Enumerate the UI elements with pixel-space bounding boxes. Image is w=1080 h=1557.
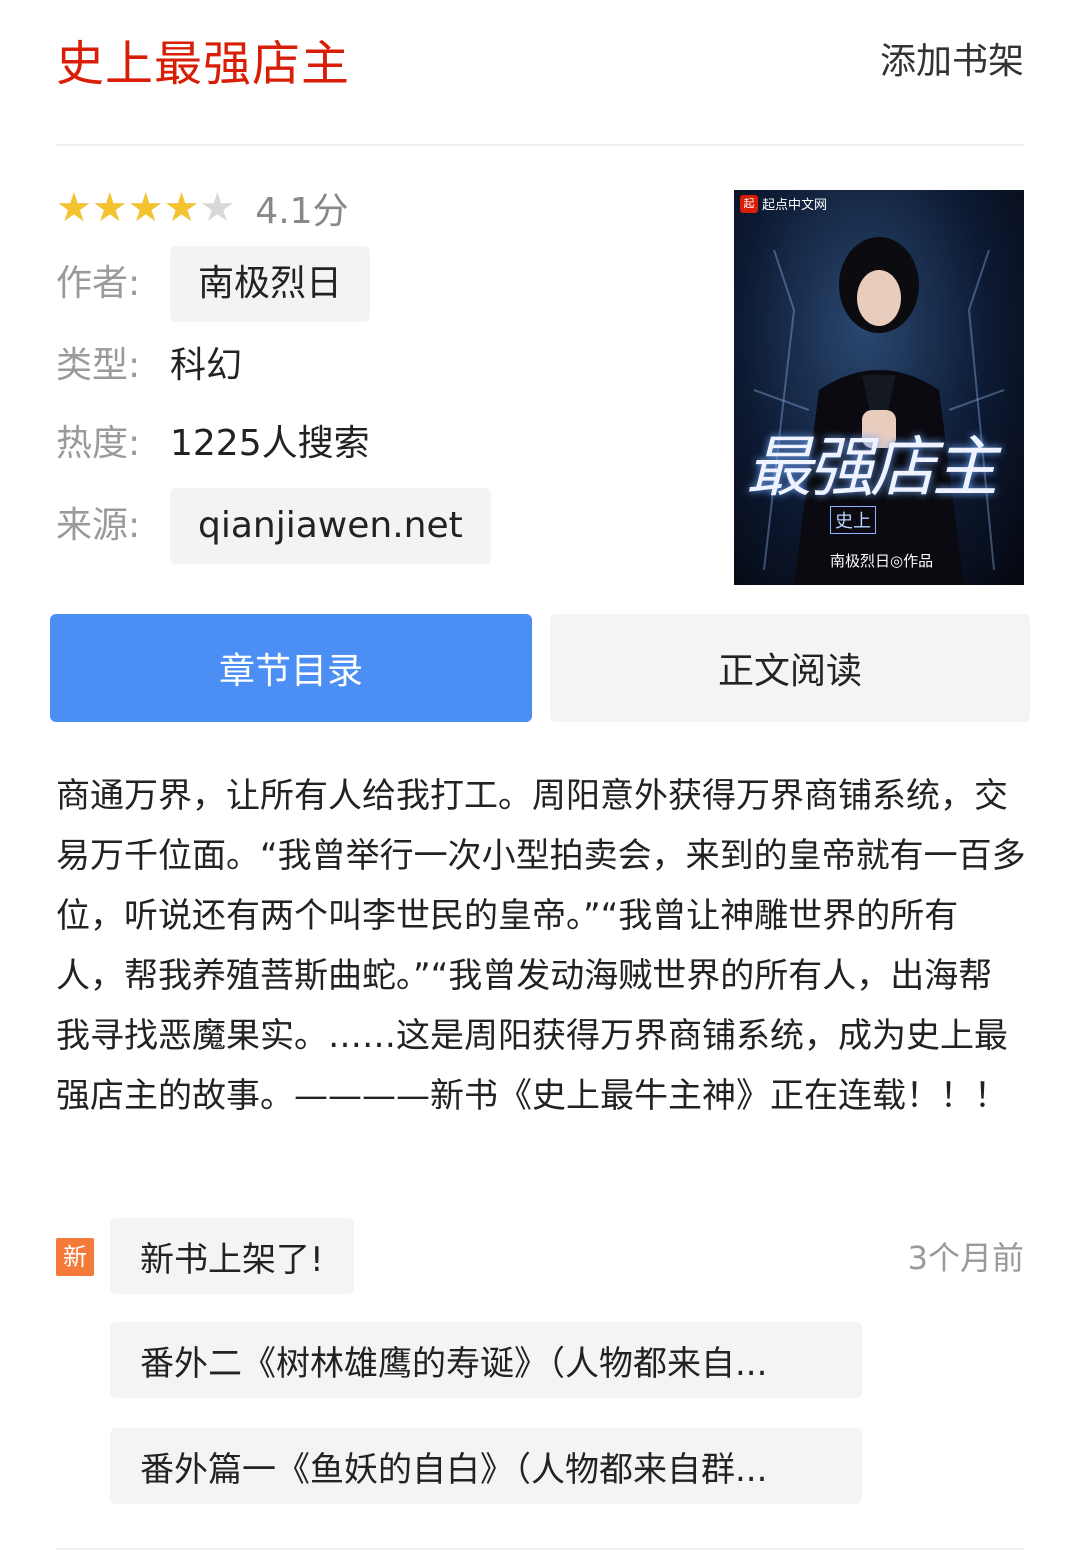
- new-badge-icon: 新: [56, 1238, 94, 1276]
- read-text-button[interactable]: 正文阅读: [550, 614, 1030, 722]
- cover-publisher-logo: 起 起点中文网: [740, 194, 827, 213]
- source-link[interactable]: qianjiawen.net: [170, 488, 491, 564]
- add-to-shelf-button[interactable]: 添加书架: [880, 38, 1024, 86]
- source-row: 来源: qianjiawen.net: [56, 488, 696, 564]
- publisher-name: 起点中文网: [762, 198, 828, 213]
- type-label: 类型:: [56, 345, 141, 386]
- rating-row: ★★★★★ ★★★★★ 4.1分: [56, 178, 696, 238]
- book-description: 商通万界，让所有人给我打工。周阳意外获得万界商铺系统，交易万千位面。“我曾举行一…: [56, 776, 1026, 1116]
- chapter-catalog-button[interactable]: 章节目录: [50, 614, 532, 722]
- book-title: 史上最强店主: [56, 36, 351, 92]
- publisher-logo-icon: 起: [740, 194, 758, 213]
- update-time: 3个月前: [907, 1239, 1024, 1277]
- star-rating: ★★★★★ ★★★★★: [56, 188, 235, 228]
- header-divider: [56, 144, 1024, 146]
- cover-subtitle-art: 史上: [830, 506, 876, 534]
- book-cover[interactable]: 起 起点中文网 最强店主 史上 南极烈日◎作品: [734, 190, 1024, 585]
- latest-update-link[interactable]: 新书上架了!: [110, 1218, 354, 1294]
- author-label: 作者:: [56, 263, 141, 304]
- source-label: 来源:: [56, 505, 141, 546]
- chapter-link[interactable]: 番外二《树林雄鹰的寿诞》（人物都来自...: [110, 1322, 862, 1398]
- type-row: 类型: 科幻: [56, 344, 696, 388]
- author-link[interactable]: 南极烈日: [170, 246, 371, 322]
- author-row: 作者: 南极烈日: [56, 246, 696, 322]
- cover-author-art: 南极烈日◎作品: [830, 552, 934, 570]
- star-icons-filled: ★★★★★: [56, 188, 203, 228]
- bottom-divider: [56, 1548, 1024, 1550]
- cover-illustration: [753, 237, 1005, 585]
- heat-row: 热度: 1225人搜索: [56, 422, 696, 466]
- heat-label: 热度:: [56, 423, 141, 464]
- cover-title-art: 最强店主: [746, 429, 998, 506]
- chapter-link[interactable]: 番外篇一《鱼妖的自白》（人物都来自群...: [110, 1428, 862, 1504]
- rating-score: 4.1分: [255, 191, 349, 232]
- heat-value: 1225人搜索: [170, 423, 370, 464]
- type-value: 科幻: [170, 345, 243, 386]
- book-info: ★★★★★ ★★★★★ 4.1分 作者: 南极烈日 类型: 科幻 热度: 122…: [56, 178, 696, 564]
